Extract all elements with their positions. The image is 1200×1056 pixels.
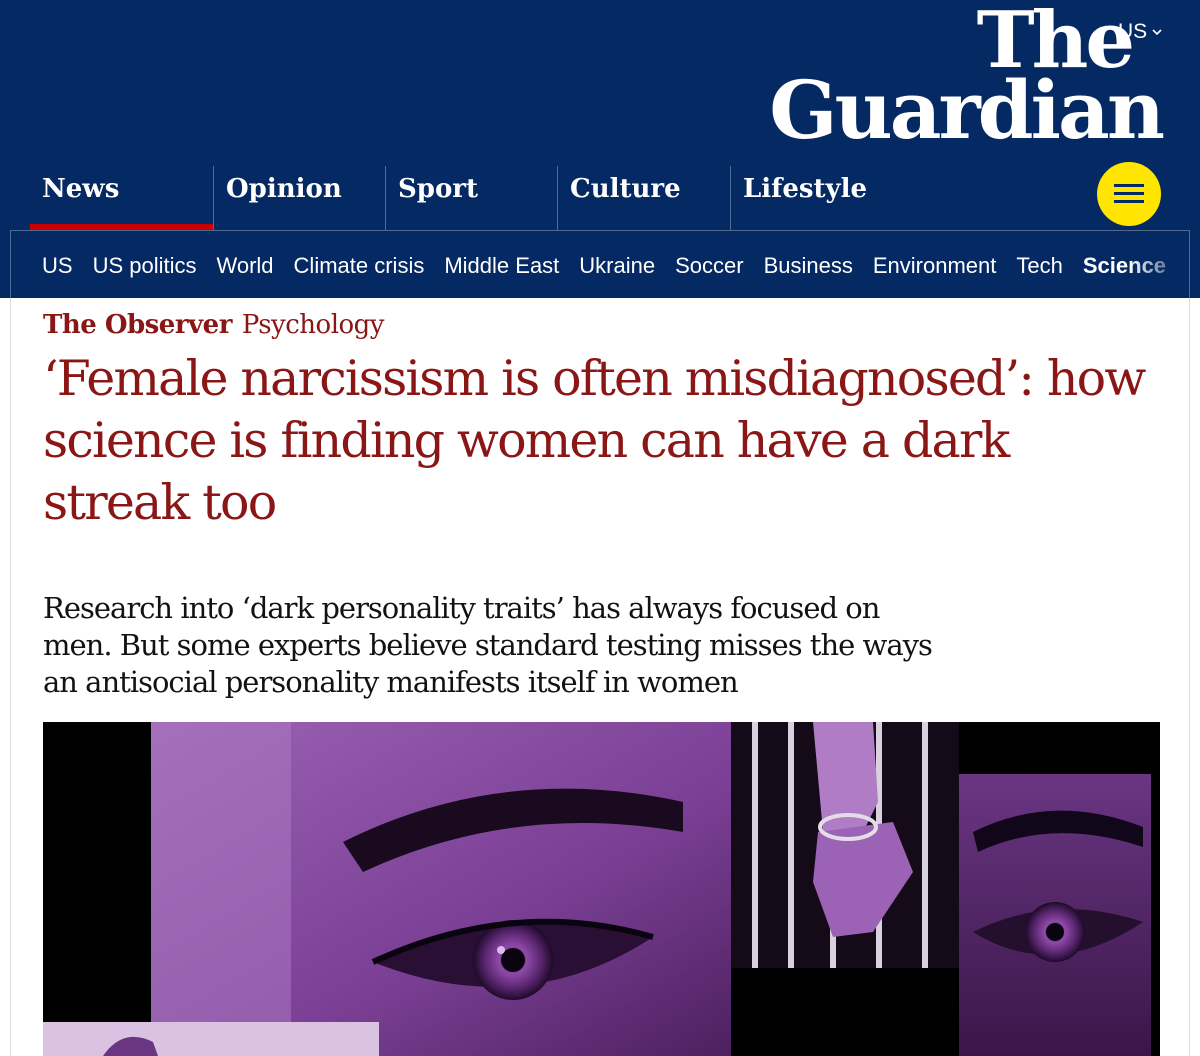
logo-line-2: Guardian	[769, 63, 1165, 157]
subnav-item-soccer[interactable]: Soccer	[675, 253, 743, 279]
collage-photo-icon	[43, 722, 1151, 1056]
menu-button[interactable]	[1097, 162, 1161, 226]
subnav-item-environment[interactable]: Environment	[873, 253, 997, 279]
series-link[interactable]: The Observer	[43, 310, 232, 340]
hamburger-icon-bar	[1114, 192, 1144, 195]
right-column-rule	[1189, 298, 1190, 1056]
article-kicker: The Observer Psychology	[43, 310, 385, 340]
pillar-label: Culture	[570, 174, 681, 204]
pillar-news[interactable]: News	[30, 166, 213, 230]
pillar-label: Sport	[398, 174, 479, 204]
pillar-label: Opinion	[226, 174, 342, 204]
subnav-item-business[interactable]: Business	[764, 253, 853, 279]
masthead: US The Guardian News Opinion Sport Cultu…	[0, 0, 1200, 298]
subnav-item-tech[interactable]: Tech	[1016, 253, 1062, 279]
subnav-item-middle-east[interactable]: Middle East	[444, 253, 559, 279]
pillar-sport[interactable]: Sport	[385, 166, 558, 230]
subnav: US US politics World Climate crisis Midd…	[10, 230, 1190, 298]
headline: ‘Female narcissism is often misdiagnosed…	[43, 350, 1146, 531]
pillar-label: News	[42, 174, 120, 204]
hamburger-icon-bar	[1114, 200, 1144, 203]
pillar-nav: News Opinion Sport Culture Lifestyle	[0, 166, 1080, 230]
pillar-lifestyle[interactable]: Lifestyle	[730, 166, 903, 230]
hamburger-icon-bar	[1114, 184, 1144, 187]
section-link[interactable]: Psychology	[242, 310, 385, 340]
subnav-item-climate-crisis[interactable]: Climate crisis	[294, 253, 425, 279]
pillar-opinion[interactable]: Opinion	[213, 166, 386, 230]
subnav-list: US US politics World Climate crisis Midd…	[42, 253, 1186, 279]
hero-image[interactable]	[43, 722, 1160, 1056]
guardian-logo[interactable]: The Guardian	[769, 2, 1165, 157]
pillar-culture[interactable]: Culture	[557, 166, 730, 230]
left-column-rule	[10, 298, 11, 1056]
pillar-label: Lifestyle	[743, 174, 868, 204]
subnav-fade	[1129, 231, 1189, 298]
subnav-item-world[interactable]: World	[216, 253, 273, 279]
subnav-item-ukraine[interactable]: Ukraine	[579, 253, 655, 279]
subnav-item-us[interactable]: US	[42, 253, 73, 279]
subnav-item-us-politics[interactable]: US politics	[93, 253, 197, 279]
standfirst: Research into ‘dark personality traits’ …	[43, 591, 933, 699]
